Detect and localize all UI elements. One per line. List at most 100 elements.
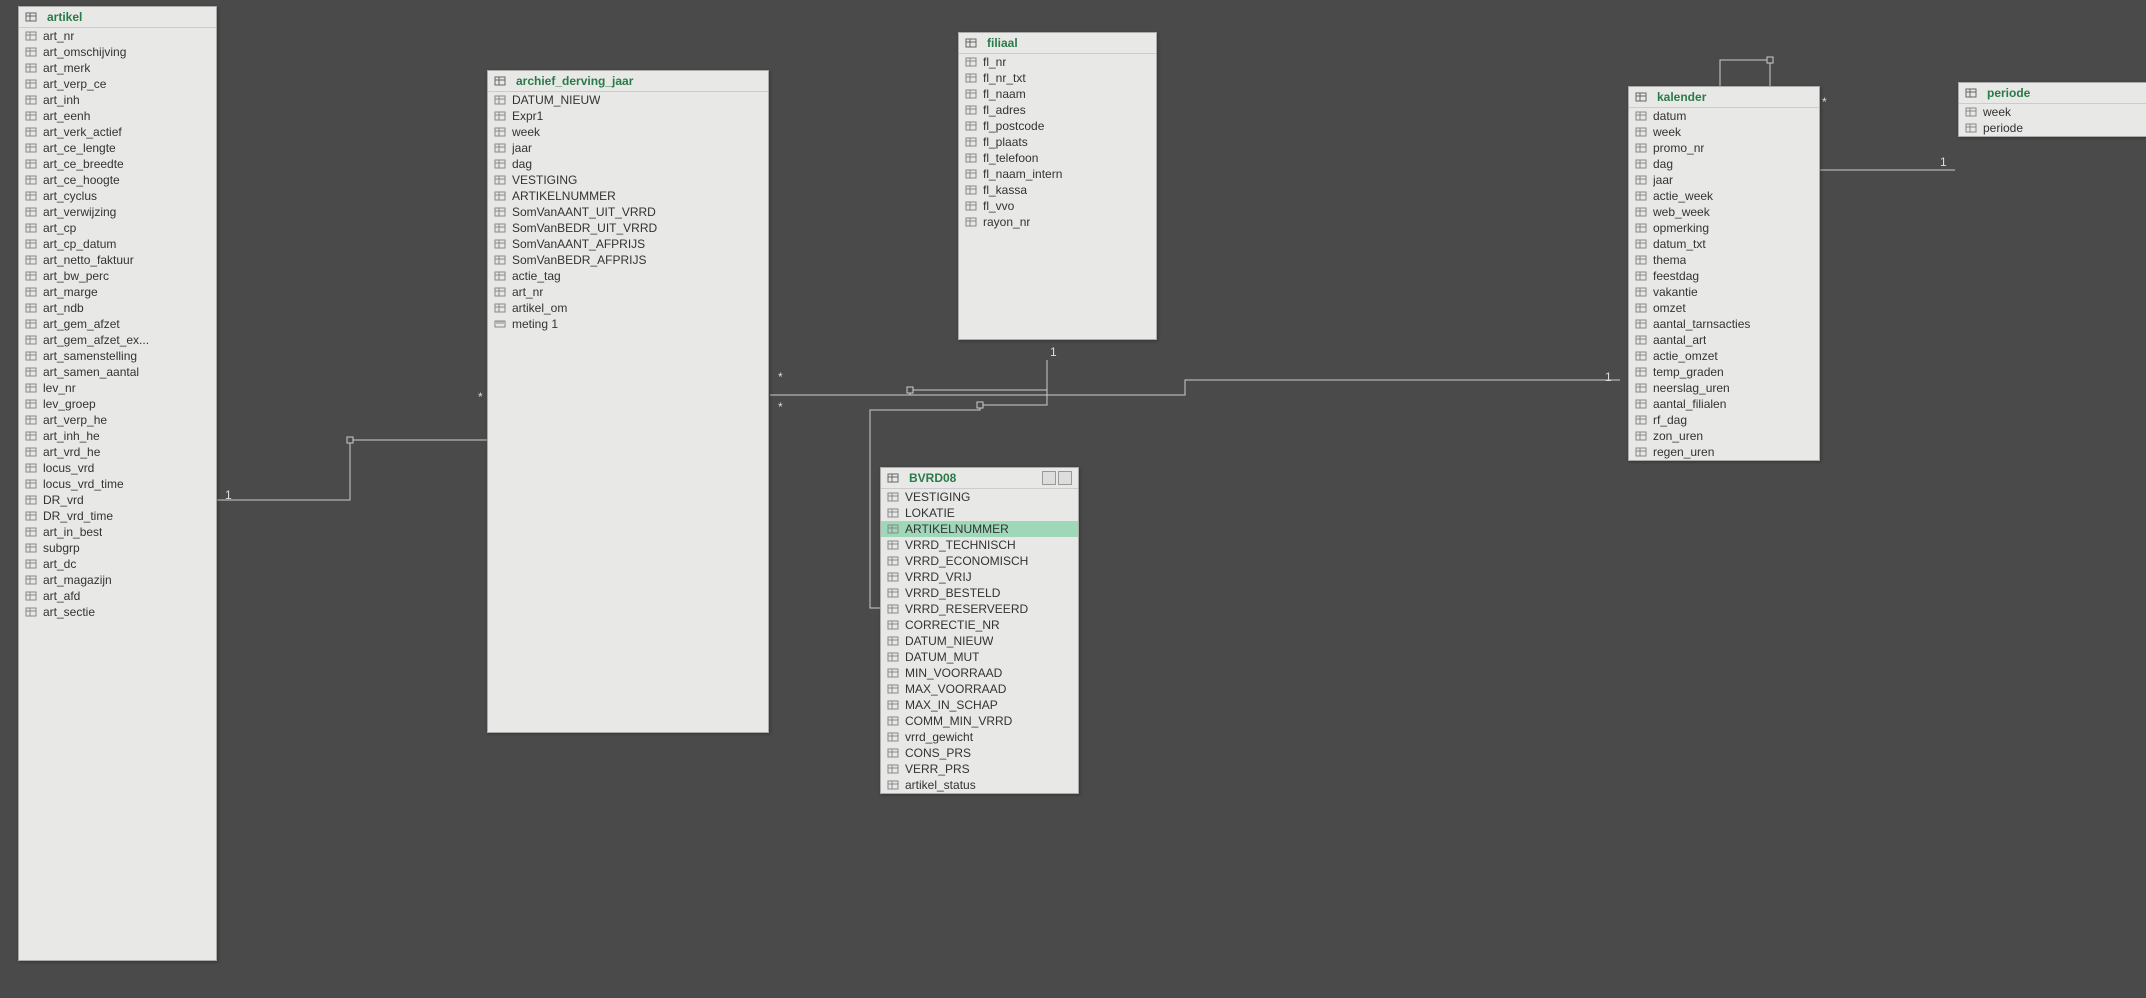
field-row[interactable]: zon_uren <box>1629 428 1819 444</box>
field-row[interactable]: actie_week <box>1629 188 1819 204</box>
field-row[interactable]: rayon_nr <box>959 214 1156 230</box>
field-row[interactable]: DATUM_MUT <box>881 649 1078 665</box>
field-row[interactable]: art_cp <box>19 220 216 236</box>
field-row[interactable]: fl_vvo <box>959 198 1156 214</box>
diagram-canvas[interactable]: 1 * 1 * * 1 1 * artikel art_nrart_omschi… <box>0 0 2146 998</box>
field-row[interactable]: VESTIGING <box>881 489 1078 505</box>
field-row[interactable]: art_merk <box>19 60 216 76</box>
table-archief-derving-jaar[interactable]: archief_derving_jaar DATUM_NIEUWExpr1wee… <box>487 70 769 733</box>
field-row[interactable]: temp_graden <box>1629 364 1819 380</box>
field-row[interactable]: CORRECTIE_NR <box>881 617 1078 633</box>
field-row[interactable]: art_dc <box>19 556 216 572</box>
field-row[interactable]: rf_dag <box>1629 412 1819 428</box>
field-row[interactable]: aantal_filialen <box>1629 396 1819 412</box>
field-row[interactable]: jaar <box>488 140 768 156</box>
field-row[interactable]: VRRD_TECHNISCH <box>881 537 1078 553</box>
field-row[interactable]: thema <box>1629 252 1819 268</box>
table-header[interactable]: periode <box>1959 83 2146 104</box>
field-row[interactable]: CONS_PRS <box>881 745 1078 761</box>
table-artikel[interactable]: artikel art_nrart_omschijvingart_merkart… <box>18 6 217 961</box>
field-row[interactable]: VRRD_VRIJ <box>881 569 1078 585</box>
field-row[interactable]: week <box>1629 124 1819 140</box>
field-list[interactable]: art_nrart_omschijvingart_merkart_verp_ce… <box>19 28 216 960</box>
field-row[interactable]: art_vrd_he <box>19 444 216 460</box>
field-row[interactable]: art_nr <box>19 28 216 44</box>
field-row[interactable]: dag <box>488 156 768 172</box>
field-row[interactable]: art_verwijzing <box>19 204 216 220</box>
field-row[interactable]: art_in_best <box>19 524 216 540</box>
field-row[interactable]: SomVanAANT_UIT_VRRD <box>488 204 768 220</box>
table-header[interactable]: filiaal <box>959 33 1156 54</box>
field-row[interactable]: lev_groep <box>19 396 216 412</box>
field-row[interactable]: fl_telefoon <box>959 150 1156 166</box>
table-kalender[interactable]: kalender datumweekpromo_nrdagjaaractie_w… <box>1628 86 1820 461</box>
header-button-icon[interactable] <box>1058 471 1072 485</box>
field-row[interactable]: art_cyclus <box>19 188 216 204</box>
field-list[interactable]: fl_nrfl_nr_txtfl_naamfl_adresfl_postcode… <box>959 54 1156 339</box>
field-row[interactable]: DATUM_NIEUW <box>488 92 768 108</box>
field-row[interactable]: SomVanBEDR_UIT_VRRD <box>488 220 768 236</box>
field-row[interactable]: ARTIKELNUMMER <box>881 521 1078 537</box>
field-row[interactable]: fl_naam <box>959 86 1156 102</box>
field-row[interactable]: art_ce_breedte <box>19 156 216 172</box>
field-row[interactable]: week <box>488 124 768 140</box>
field-row[interactable]: art_afd <box>19 588 216 604</box>
field-list[interactable]: datumweekpromo_nrdagjaaractie_weekweb_we… <box>1629 108 1819 460</box>
field-row[interactable]: fl_postcode <box>959 118 1156 134</box>
field-row[interactable]: SomVanAANT_AFPRIJS <box>488 236 768 252</box>
field-row[interactable]: DR_vrd_time <box>19 508 216 524</box>
field-row[interactable]: art_inh <box>19 92 216 108</box>
field-row[interactable]: VRRD_BESTELD <box>881 585 1078 601</box>
field-row[interactable]: MIN_VOORRAAD <box>881 665 1078 681</box>
field-row[interactable]: SomVanBEDR_AFPRIJS <box>488 252 768 268</box>
field-row[interactable]: art_netto_faktuur <box>19 252 216 268</box>
field-row[interactable]: regen_uren <box>1629 444 1819 460</box>
field-row[interactable]: aantal_art <box>1629 332 1819 348</box>
field-row[interactable]: art_magazijn <box>19 572 216 588</box>
table-filiaal[interactable]: filiaal fl_nrfl_nr_txtfl_naamfl_adresfl_… <box>958 32 1157 340</box>
field-list[interactable]: DATUM_NIEUWExpr1weekjaardagVESTIGINGARTI… <box>488 92 768 332</box>
field-row[interactable]: art_eenh <box>19 108 216 124</box>
field-row[interactable]: lev_nr <box>19 380 216 396</box>
field-row[interactable]: VRRD_ECONOMISCH <box>881 553 1078 569</box>
field-row[interactable]: VRRD_RESERVEERD <box>881 601 1078 617</box>
table-bvrd08[interactable]: BVRD08 VESTIGINGLOKATIEARTIKELNUMMERVRRD… <box>880 467 1079 794</box>
field-row[interactable]: art_nr <box>488 284 768 300</box>
field-row[interactable]: opmerking <box>1629 220 1819 236</box>
field-row[interactable]: art_verk_actief <box>19 124 216 140</box>
field-row[interactable]: art_marge <box>19 284 216 300</box>
field-row[interactable]: week <box>1959 104 2146 120</box>
field-row[interactable]: fl_plaats <box>959 134 1156 150</box>
table-header[interactable]: archief_derving_jaar <box>488 71 768 92</box>
field-row[interactable]: art_samenstelling <box>19 348 216 364</box>
field-row[interactable]: art_inh_he <box>19 428 216 444</box>
field-row[interactable]: jaar <box>1629 172 1819 188</box>
field-row[interactable]: subgrp <box>19 540 216 556</box>
field-row[interactable]: feestdag <box>1629 268 1819 284</box>
table-header[interactable]: BVRD08 <box>881 468 1078 489</box>
field-row[interactable]: vakantie <box>1629 284 1819 300</box>
field-row[interactable]: fl_kassa <box>959 182 1156 198</box>
field-row[interactable]: fl_adres <box>959 102 1156 118</box>
field-row[interactable]: datum_txt <box>1629 236 1819 252</box>
field-row[interactable]: VESTIGING <box>488 172 768 188</box>
field-row[interactable]: art_gem_afzet_ex... <box>19 332 216 348</box>
table-periode[interactable]: periode weekperiode <box>1958 82 2146 137</box>
field-row[interactable]: promo_nr <box>1629 140 1819 156</box>
field-row[interactable]: fl_nr_txt <box>959 70 1156 86</box>
field-row[interactable]: DATUM_NIEUW <box>881 633 1078 649</box>
field-list[interactable]: VESTIGINGLOKATIEARTIKELNUMMERVRRD_TECHNI… <box>881 489 1078 793</box>
field-row[interactable]: art_verp_he <box>19 412 216 428</box>
field-row[interactable]: locus_vrd_time <box>19 476 216 492</box>
header-button-icon[interactable] <box>1042 471 1056 485</box>
field-list[interactable]: weekperiode <box>1959 104 2146 136</box>
field-row[interactable]: datum <box>1629 108 1819 124</box>
field-row[interactable]: art_gem_afzet <box>19 316 216 332</box>
field-row[interactable]: aantal_tarnsacties <box>1629 316 1819 332</box>
field-row[interactable]: art_bw_perc <box>19 268 216 284</box>
measure-row[interactable]: meting 1 <box>488 316 768 332</box>
field-row[interactable]: art_omschijving <box>19 44 216 60</box>
field-row[interactable]: COMM_MIN_VRRD <box>881 713 1078 729</box>
field-row[interactable]: omzet <box>1629 300 1819 316</box>
field-row[interactable]: MAX_IN_SCHAP <box>881 697 1078 713</box>
